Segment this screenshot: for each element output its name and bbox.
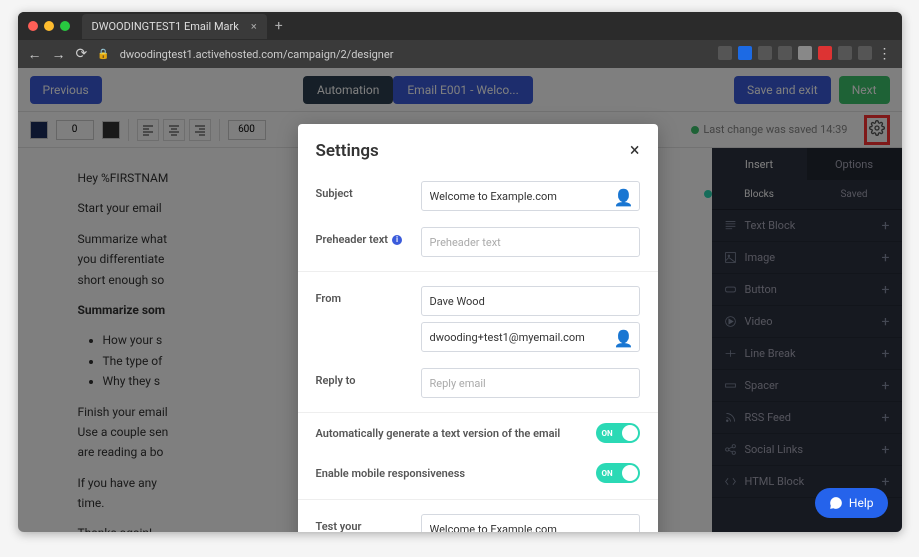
close-icon[interactable]: × bbox=[630, 140, 640, 161]
modal-title: Settings bbox=[316, 141, 379, 161]
extension-icon[interactable] bbox=[858, 46, 872, 60]
extension-icon[interactable] bbox=[798, 46, 812, 60]
tab-title: DWOODINGTEST1 Email Mark bbox=[92, 20, 239, 33]
person-icon[interactable]: 👤 bbox=[614, 329, 634, 348]
extension-icon[interactable] bbox=[718, 46, 732, 60]
minimize-window-icon[interactable] bbox=[44, 21, 54, 31]
close-tab-icon[interactable]: × bbox=[251, 20, 257, 33]
new-tab-icon[interactable]: + bbox=[275, 18, 283, 34]
help-label: Help bbox=[849, 496, 874, 510]
label-reply-to: Reply to bbox=[316, 368, 411, 387]
label-mobile: Enable mobile responsiveness bbox=[316, 467, 466, 480]
settings-modal: Settings × Subject 👤 Preheader text i bbox=[298, 124, 658, 532]
subject-input[interactable] bbox=[421, 181, 640, 211]
mobile-toggle[interactable]: ON bbox=[596, 463, 640, 483]
back-icon[interactable]: ← bbox=[28, 46, 42, 63]
menu-icon[interactable]: ⋮ bbox=[878, 46, 892, 62]
address-bar: ← → ⟳ 🔒 dwoodingtest1.activehosted.com/c… bbox=[18, 40, 902, 68]
forward-icon[interactable]: → bbox=[52, 46, 66, 63]
extension-icon[interactable] bbox=[838, 46, 852, 60]
lock-icon: 🔒 bbox=[97, 49, 109, 60]
test-subject-input[interactable] bbox=[421, 514, 640, 532]
info-icon[interactable]: i bbox=[392, 235, 402, 245]
maximize-window-icon[interactable] bbox=[60, 21, 70, 31]
person-icon[interactable]: 👤 bbox=[614, 188, 634, 207]
window-controls bbox=[28, 21, 70, 31]
extension-icons: ⋮ bbox=[718, 46, 892, 62]
extension-icon[interactable] bbox=[778, 46, 792, 60]
browser-tab[interactable]: DWOODINGTEST1 Email Mark × bbox=[82, 14, 267, 39]
help-button[interactable]: Help bbox=[815, 488, 888, 518]
label-test-campaign: Test your campaign bbox=[316, 514, 411, 532]
browser-tab-bar: DWOODINGTEST1 Email Mark × + bbox=[18, 12, 902, 40]
chat-icon bbox=[829, 496, 843, 510]
extension-icon[interactable] bbox=[758, 46, 772, 60]
label-auto-text: Automatically generate a text version of… bbox=[316, 427, 561, 440]
extension-icon[interactable] bbox=[738, 46, 752, 60]
label-preheader: Preheader text i bbox=[316, 227, 411, 246]
label-subject: Subject bbox=[316, 181, 411, 200]
extension-icon[interactable] bbox=[818, 46, 832, 60]
preheader-input[interactable] bbox=[421, 227, 640, 257]
close-window-icon[interactable] bbox=[28, 21, 38, 31]
reply-to-input[interactable] bbox=[421, 368, 640, 398]
from-name-input[interactable] bbox=[421, 286, 640, 316]
label-from: From bbox=[316, 286, 411, 305]
from-email-input[interactable] bbox=[421, 322, 640, 352]
reload-icon[interactable]: ⟳ bbox=[76, 46, 88, 62]
url-field[interactable]: dwoodingtest1.activehosted.com/campaign/… bbox=[120, 48, 708, 61]
auto-text-toggle[interactable]: ON bbox=[596, 423, 640, 443]
